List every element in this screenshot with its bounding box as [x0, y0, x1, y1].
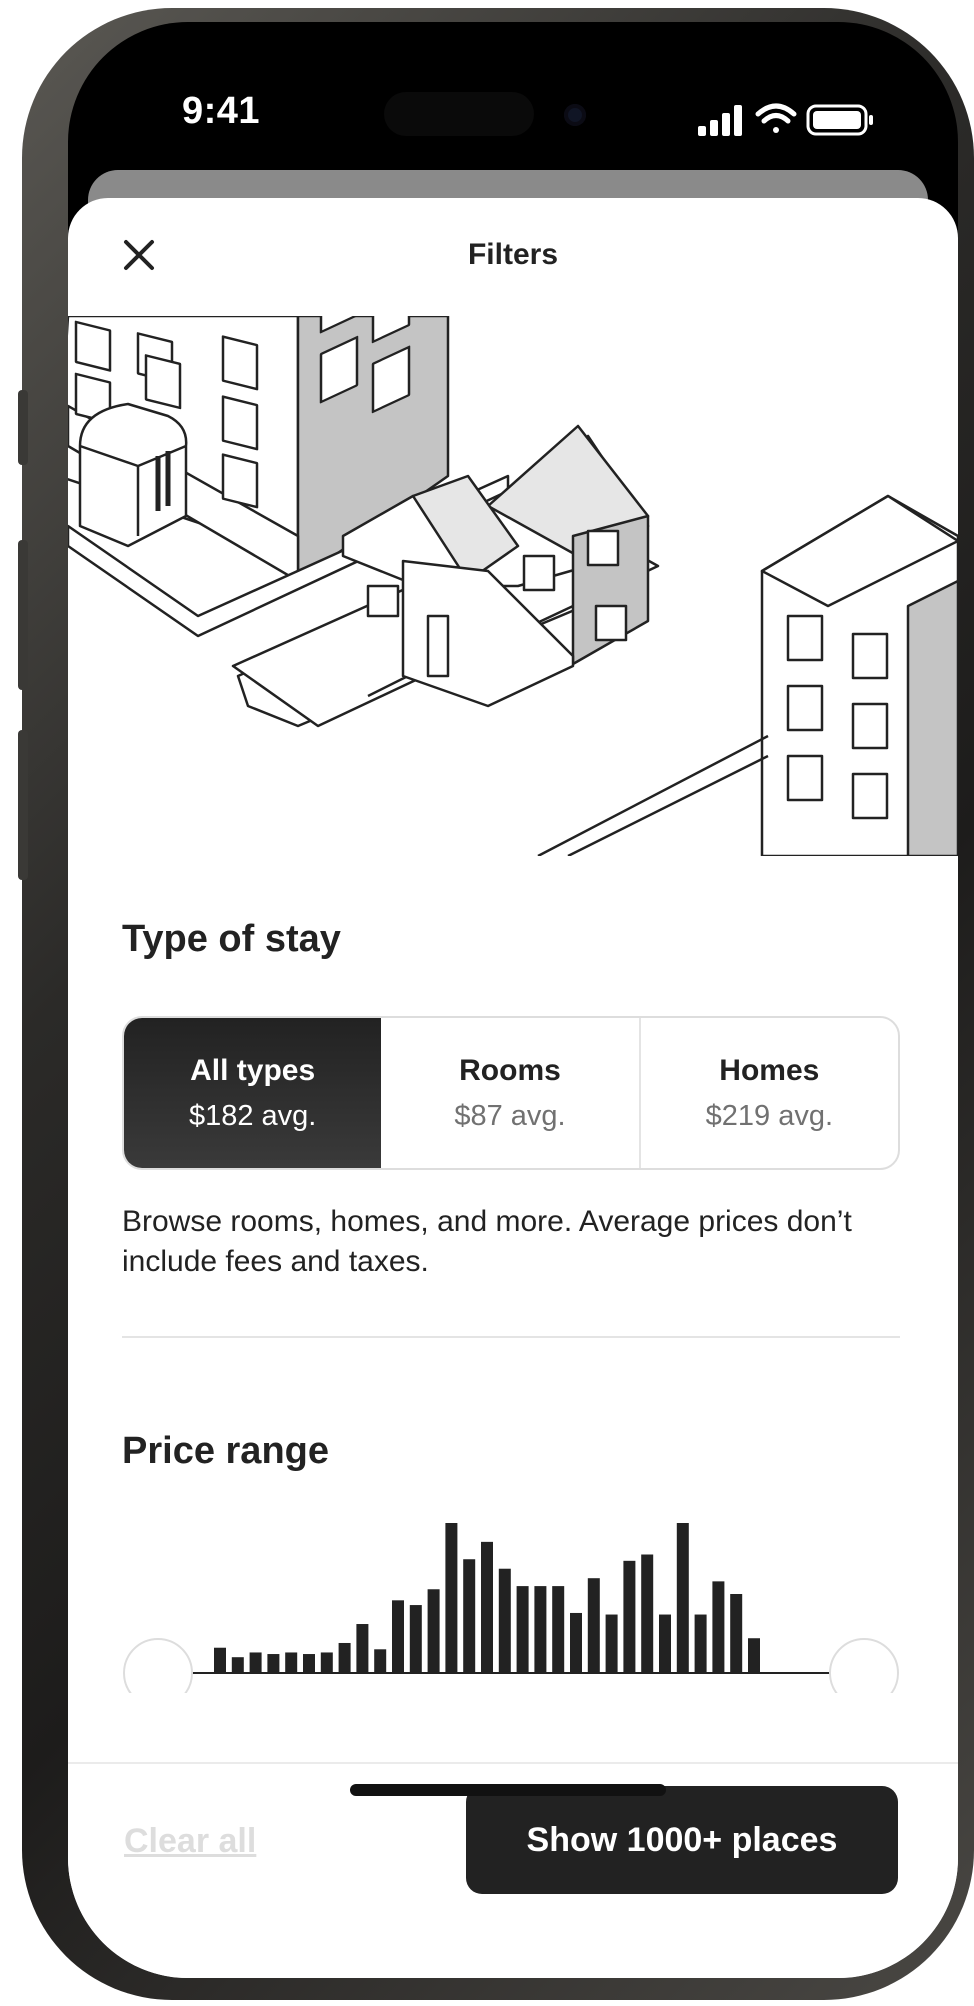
histogram-bar: [267, 1654, 280, 1673]
histogram-bar: [534, 1586, 547, 1673]
stay-type-selector: All types $182 avg. Rooms $87 avg. Homes…: [122, 1016, 900, 1170]
histogram-bar: [445, 1523, 458, 1673]
histogram-bar: [231, 1657, 244, 1673]
stay-type-label: Rooms: [459, 1053, 561, 1087]
stay-type-price: $219 avg.: [705, 1099, 834, 1132]
status-time: 9:41: [182, 90, 261, 132]
histogram-bar: [303, 1654, 315, 1673]
histogram-bar: [320, 1652, 333, 1673]
volume-up-button: [18, 540, 28, 690]
histogram-bar: [623, 1560, 636, 1673]
action-button: [18, 390, 28, 465]
histogram-bar: [587, 1578, 600, 1673]
price-range-title: Price range: [122, 1430, 329, 1472]
histogram-bar: [427, 1589, 440, 1673]
filters-modal: Filters Type of stay All types $182 avg.…: [68, 198, 958, 1978]
show-places-button[interactable]: Show 1000+ places: [466, 1786, 898, 1894]
stay-type-label: Homes: [719, 1053, 820, 1087]
price-max-handle[interactable]: [829, 1638, 899, 1693]
histogram-bar: [712, 1581, 725, 1673]
price-min-handle[interactable]: [123, 1638, 193, 1693]
home-indicator: [350, 1784, 666, 1796]
histogram-bar: [641, 1554, 654, 1673]
histogram-bar: [481, 1541, 493, 1673]
stay-type-homes[interactable]: Homes $219 avg.: [641, 1018, 898, 1168]
histogram-bar: [748, 1638, 760, 1673]
neighborhood-illustration: [68, 316, 958, 856]
histogram-bar: [730, 1594, 743, 1673]
histogram-bar: [570, 1612, 582, 1673]
histogram-bar: [498, 1568, 511, 1673]
histogram-bar: [392, 1600, 404, 1673]
histogram-bar: [409, 1605, 422, 1673]
cellular-signal-icon: [698, 105, 742, 136]
price-histogram: [123, 1523, 899, 1693]
battery-icon: [806, 104, 873, 136]
wifi-icon: [755, 103, 797, 133]
histogram-bar: [552, 1586, 565, 1673]
stay-type-label: All types: [190, 1053, 316, 1087]
histogram-bar: [285, 1652, 298, 1673]
stay-type-all[interactable]: All types $182 avg.: [124, 1018, 382, 1168]
stay-type-price: $182 avg.: [188, 1099, 317, 1132]
stay-type-description: Browse rooms, homes, and more. Average p…: [122, 1205, 852, 1278]
camera-icon: [564, 104, 586, 126]
histogram-bar: [463, 1559, 476, 1673]
clear-all-button[interactable]: Clear all: [124, 1822, 256, 1861]
volume-down-button: [18, 730, 28, 880]
section-divider: [122, 1336, 900, 1338]
histogram-bar: [374, 1649, 387, 1673]
histogram-bar: [605, 1614, 618, 1673]
modal-title: Filters: [467, 238, 559, 271]
status-icons: [698, 100, 888, 140]
histogram-bar: [338, 1642, 351, 1673]
histogram-bar: [249, 1652, 262, 1673]
histogram-bar: [356, 1624, 369, 1673]
histogram-bar: [676, 1523, 689, 1673]
dynamic-island: [384, 92, 534, 136]
stay-type-rooms[interactable]: Rooms $87 avg.: [381, 1018, 641, 1168]
phone-screen: 9:41 Filters Type of stay All types $182…: [68, 22, 958, 1978]
type-of-stay-title: Type of stay: [122, 918, 341, 960]
histogram-bar: [214, 1647, 226, 1673]
modal-header: Filters: [68, 198, 958, 308]
histogram-bar: [694, 1614, 707, 1673]
histogram-bar: [516, 1586, 529, 1673]
histogram-bar: [659, 1614, 671, 1673]
stay-type-price: $87 avg.: [454, 1099, 566, 1132]
